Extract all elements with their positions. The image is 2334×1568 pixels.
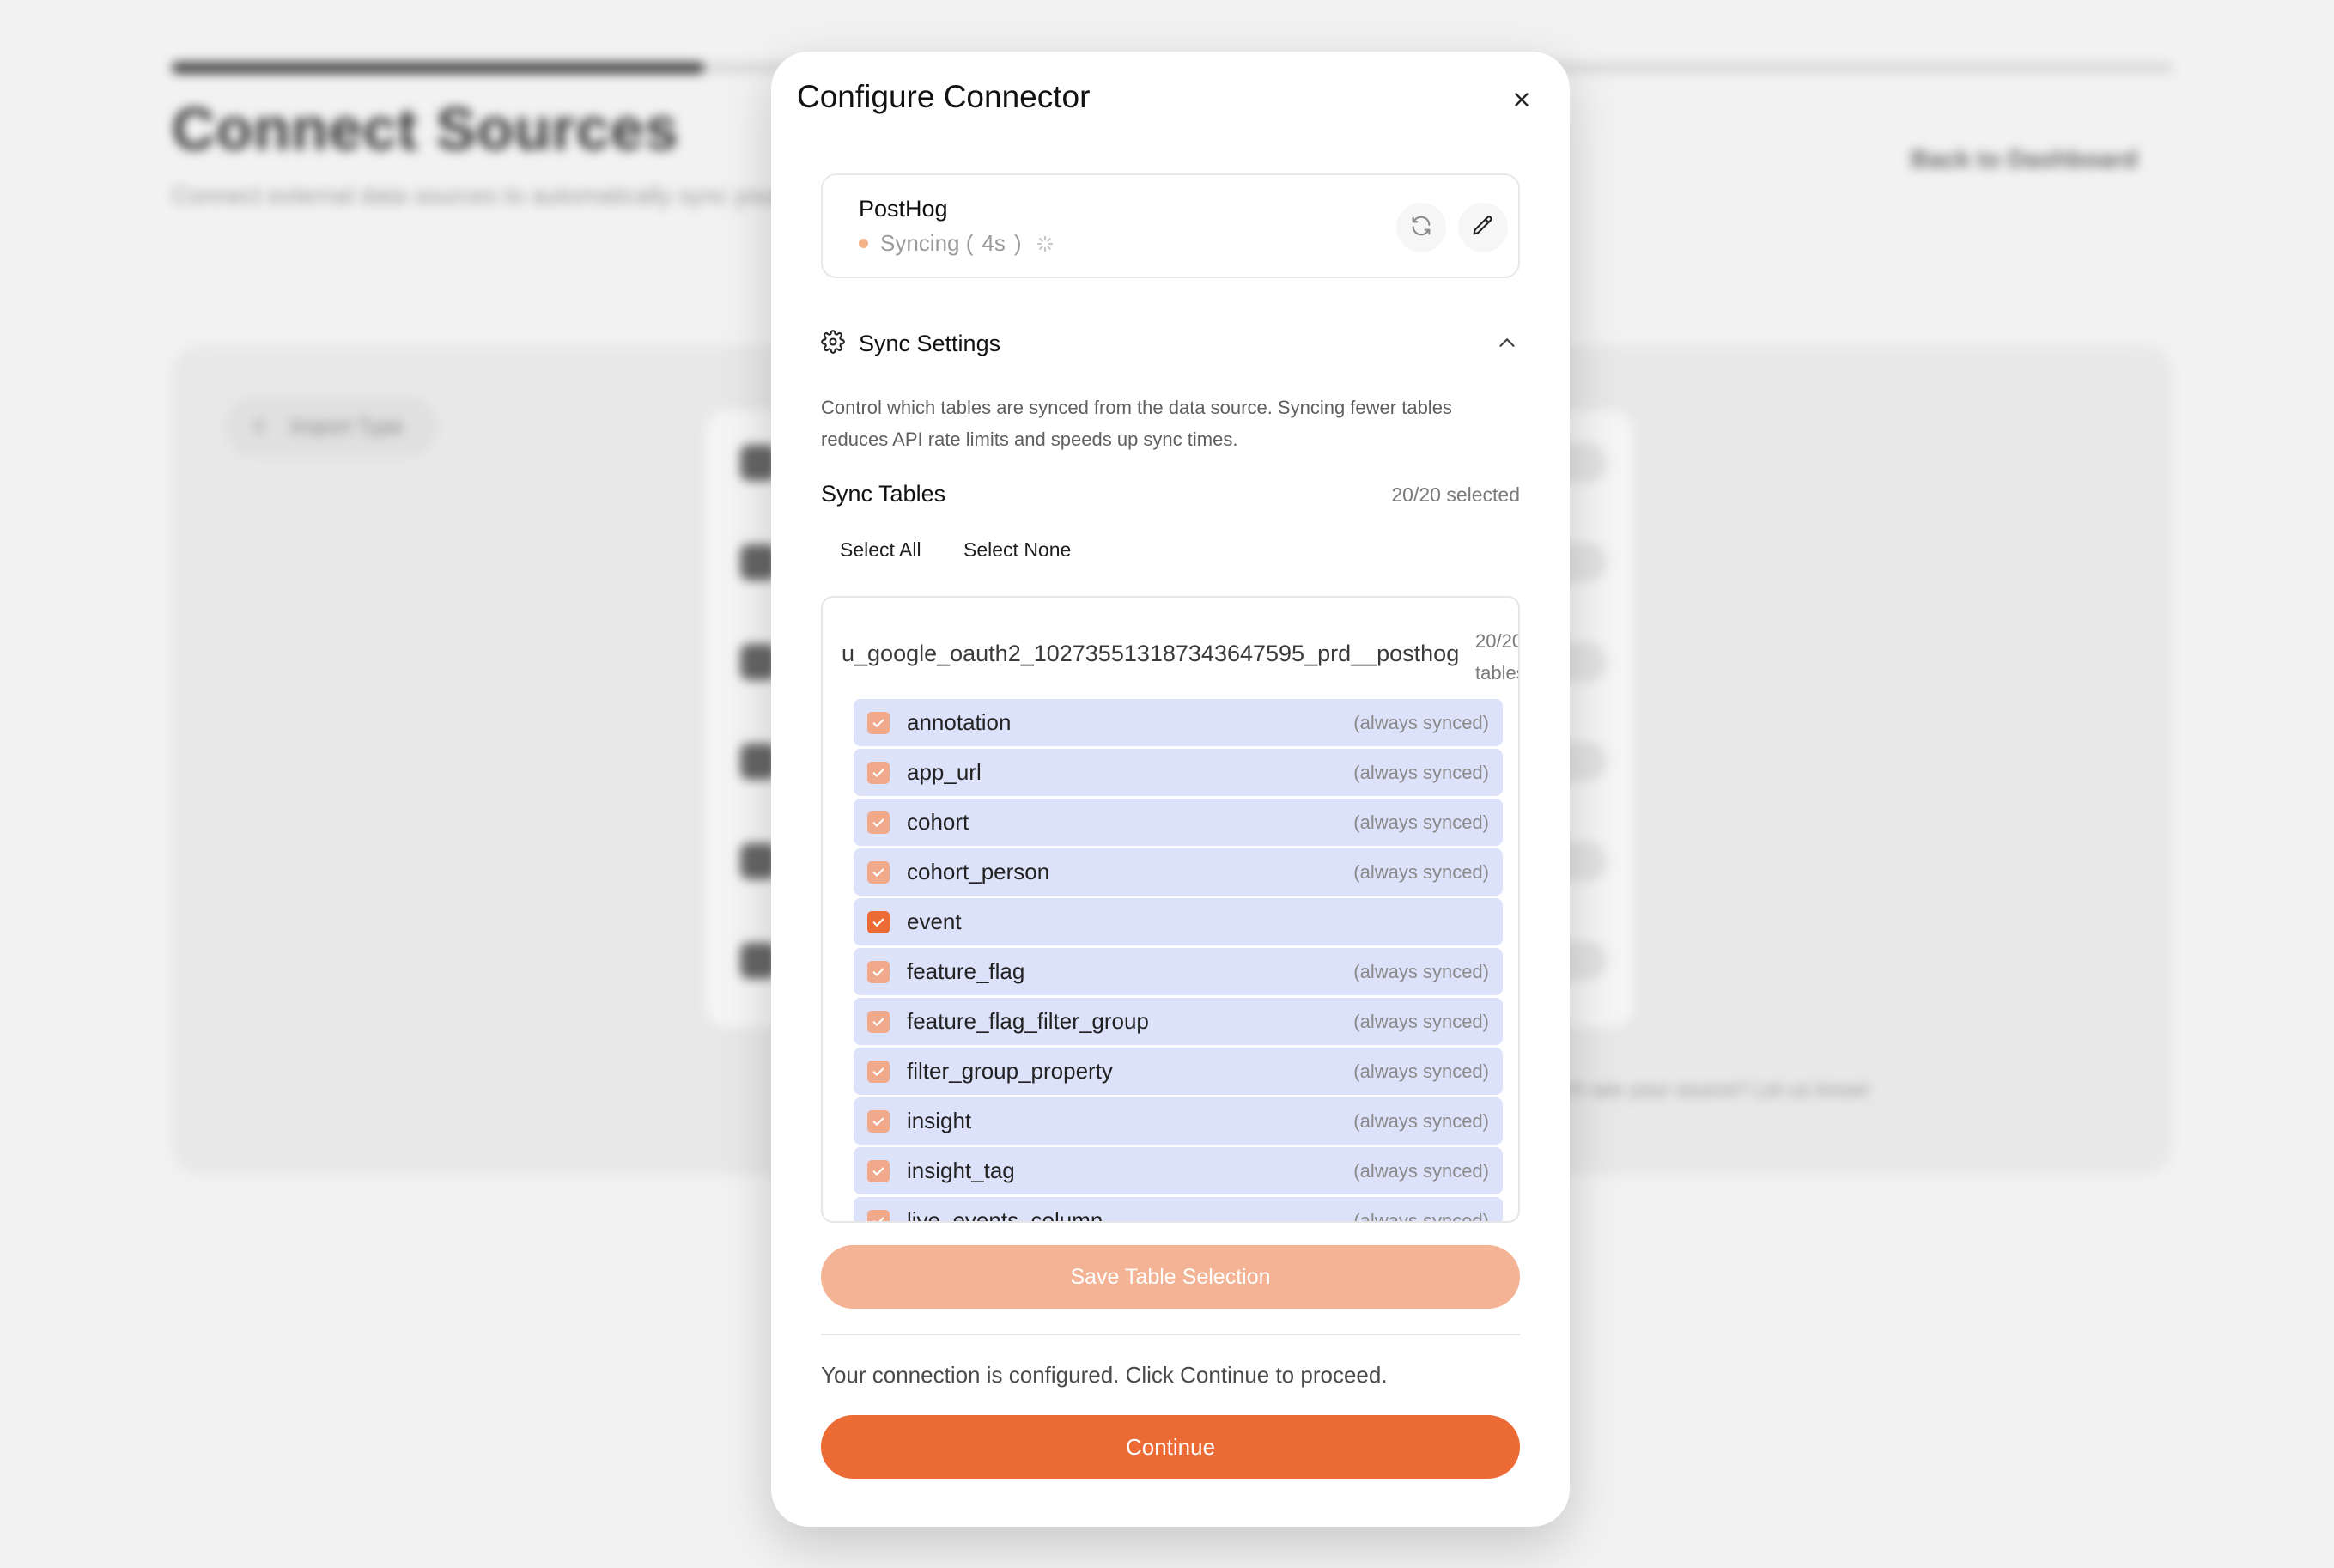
always-synced-tag: (always synced): [1353, 711, 1489, 733]
status-label: Syncing (: [880, 230, 974, 256]
table-row[interactable]: cohort_person (always synced): [854, 848, 1503, 896]
always-synced-tag: (always synced): [1353, 1010, 1489, 1032]
always-synced-tag: (always synced): [1353, 761, 1489, 783]
table-list-box[interactable]: u_google_oauth2_102735513187343647595_pr…: [821, 596, 1520, 1223]
missing-source-note: Don't see your source? Let us know!: [1537, 1079, 1870, 1102]
status-close: ): [1013, 230, 1022, 256]
always-synced-tag: (always synced): [1353, 960, 1489, 982]
table-row[interactable]: event: [854, 898, 1503, 945]
checkbox-checked[interactable]: [867, 811, 890, 834]
connector-name: PostHog: [859, 196, 948, 222]
edit-button[interactable]: [1458, 203, 1508, 252]
select-all-button[interactable]: Select All: [824, 526, 937, 574]
schema-table-count: 20/20 tables: [1475, 625, 1520, 689]
refresh-icon: [1409, 214, 1433, 242]
spinner-icon: [1036, 234, 1055, 253]
sync-tables-label: Sync Tables: [821, 481, 946, 507]
table-row[interactable]: feature_flag (always synced): [854, 948, 1503, 995]
import-type-button[interactable]: Import Type: [225, 394, 438, 457]
schema-count-value: 20/20: [1475, 630, 1520, 652]
table-name: insight_tag: [907, 1158, 1015, 1183]
page-subtitle: Connect external data sources to automat…: [172, 182, 835, 209]
table-name: event: [907, 909, 962, 934]
selected-count: 20/20 selected: [1391, 483, 1520, 506]
page-title: Connect Sources: [172, 95, 679, 162]
table-row[interactable]: insight (always synced): [854, 1097, 1503, 1145]
checkbox-checked[interactable]: [867, 1209, 890, 1221]
sync-settings-title: Sync Settings: [859, 330, 1001, 356]
table-row[interactable]: live_events_column (always synced): [854, 1197, 1503, 1223]
table-name: cohort: [907, 809, 969, 835]
checkbox-checked[interactable]: [867, 1060, 890, 1083]
checkbox-checked[interactable]: [867, 1159, 890, 1182]
checkbox-checked[interactable]: [867, 1109, 890, 1133]
checkbox-checked[interactable]: [867, 1010, 890, 1033]
table-row[interactable]: insight_tag (always synced): [854, 1147, 1503, 1194]
checkbox-checked[interactable]: [867, 761, 890, 784]
table-row[interactable]: annotation (always synced): [854, 699, 1503, 746]
table-name: app_url: [907, 759, 982, 785]
continue-button[interactable]: Continue: [821, 1415, 1520, 1479]
always-synced-tag: (always synced): [1353, 1159, 1489, 1182]
schema-name: u_google_oauth2_102735513187343647595_pr…: [842, 641, 1460, 666]
table-row[interactable]: feature_flag_filter_group (always synced): [854, 998, 1503, 1045]
configured-message: Your connection is configured. Click Con…: [821, 1362, 1388, 1388]
connector-status: Syncing ( 4s ): [859, 230, 1055, 257]
connector-card: PostHog Syncing ( 4s ): [821, 173, 1520, 278]
select-none-button[interactable]: Select None: [948, 526, 1086, 574]
gear-icon: [821, 329, 845, 358]
sync-description: Control which tables are synced from the…: [821, 397, 1452, 450]
always-synced-tag: (always synced): [1353, 1060, 1489, 1082]
pencil-icon: [1471, 214, 1495, 242]
always-synced-tag: (always synced): [1353, 1109, 1489, 1132]
status-dot: [859, 239, 868, 248]
table-name: feature_flag_filter_group: [907, 1008, 1149, 1034]
close-icon: [1510, 88, 1533, 115]
close-button[interactable]: [1499, 79, 1544, 124]
status-elapsed: 4s: [982, 230, 1006, 256]
modal-title: Configure Connector: [797, 79, 1091, 114]
refresh-button[interactable]: [1396, 203, 1446, 252]
always-synced-tag: (always synced): [1353, 811, 1489, 833]
table-name: live_events_column: [907, 1207, 1103, 1223]
table-name: insight: [907, 1108, 972, 1133]
table-row[interactable]: filter_group_property (always synced): [854, 1048, 1503, 1095]
table-row[interactable]: cohort (always synced): [854, 799, 1503, 846]
chevron-up-icon: [1494, 330, 1520, 360]
checkbox-checked[interactable]: [867, 860, 890, 884]
table-name: filter_group_property: [907, 1058, 1113, 1084]
checkbox-checked[interactable]: [867, 960, 890, 983]
divider: [821, 1334, 1520, 1335]
schema-count-unit: tables: [1475, 662, 1518, 684]
progress-fill: [172, 62, 704, 74]
table-name: feature_flag: [907, 958, 1025, 984]
table-name: cohort_person: [907, 859, 1050, 884]
back-to-dashboard-link[interactable]: Back to Dashboard: [1911, 146, 2137, 174]
table-name: annotation: [907, 709, 1012, 735]
save-table-selection-button[interactable]: Save Table Selection: [821, 1245, 1520, 1309]
configure-connector-modal: Configure Connector PostHog Syncing ( 4s…: [771, 52, 1570, 1527]
checkbox-checked[interactable]: [867, 910, 890, 933]
always-synced-tag: (always synced): [1353, 860, 1489, 883]
checkbox-checked[interactable]: [867, 711, 890, 734]
table-rows: annotation (always synced) app_url (always…: [854, 699, 1503, 1223]
always-synced-tag: (always synced): [1353, 1209, 1489, 1223]
sync-settings-toggle[interactable]: Sync Settings: [821, 318, 1520, 369]
table-row[interactable]: app_url (always synced): [854, 749, 1503, 796]
